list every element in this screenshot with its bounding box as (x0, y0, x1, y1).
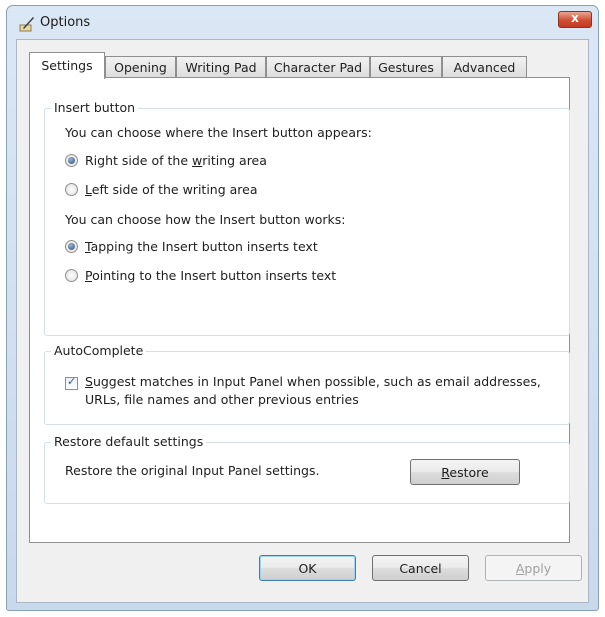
insert-behavior-prompt: You can choose how the Insert button wor… (65, 212, 346, 227)
checkbox[interactable]: ✓ (65, 375, 78, 390)
suggest-matches-label-line1[interactable]: Suggest matches in Input Panel when poss… (85, 374, 541, 389)
autocomplete-group: AutoComplete ✓ Suggest matches in Input … (44, 343, 570, 425)
tab-writing-pad[interactable]: Writing Pad (176, 56, 266, 78)
suggest-matches-label-line2[interactable]: URLs, file names and other previous entr… (85, 392, 359, 407)
tab-character-pad[interactable]: Character Pad (266, 56, 370, 78)
restore-group-title: Restore default settings (51, 434, 207, 449)
close-button[interactable]: x (558, 11, 592, 28)
pen-icon (19, 17, 34, 32)
checkmark-icon: ✓ (67, 375, 77, 388)
radio-tapping-label[interactable]: Tapping the Insert button inserts text (85, 239, 318, 254)
cancel-button[interactable]: Cancel (372, 555, 469, 581)
ok-button[interactable]: OK (259, 555, 356, 581)
radio-button[interactable] (65, 240, 78, 253)
tab-advanced[interactable]: Advanced (442, 56, 527, 78)
tab-gestures[interactable]: Gestures (370, 56, 442, 78)
radio-right-side-label[interactable]: Right side of the writing area (85, 153, 267, 168)
insert-button-group: Insert button You can choose where the I… (44, 100, 570, 336)
restore-description: Restore the original Input Panel setting… (65, 463, 320, 478)
radio-pointing-label[interactable]: Pointing to the Insert button inserts te… (85, 268, 336, 283)
window-title: Options (40, 15, 91, 30)
close-icon: x (571, 11, 579, 25)
title-bar[interactable]: Options x (7, 6, 598, 38)
apply-button[interactable]: Apply (485, 555, 582, 581)
tab-opening[interactable]: Opening (105, 56, 176, 78)
settings-panel: Insert button You can choose where the I… (29, 77, 570, 543)
restore-defaults-group: Restore default settings Restore the ori… (44, 434, 570, 504)
radio-left-side-label[interactable]: Left side of the writing area (85, 182, 258, 197)
dialog-body: Settings Opening Writing Pad Character P… (16, 39, 589, 603)
autocomplete-group-title: AutoComplete (51, 343, 147, 358)
tab-settings[interactable]: Settings (29, 52, 105, 79)
radio-button[interactable] (65, 154, 78, 167)
options-window: Options x Settings Opening Writing Pad C… (6, 5, 599, 611)
insert-position-prompt: You can choose where the Insert button a… (65, 125, 372, 140)
radio-button[interactable] (65, 183, 78, 196)
radio-button[interactable] (65, 269, 78, 282)
insert-group-title: Insert button (51, 100, 139, 115)
restore-button[interactable]: Restore (410, 459, 520, 485)
